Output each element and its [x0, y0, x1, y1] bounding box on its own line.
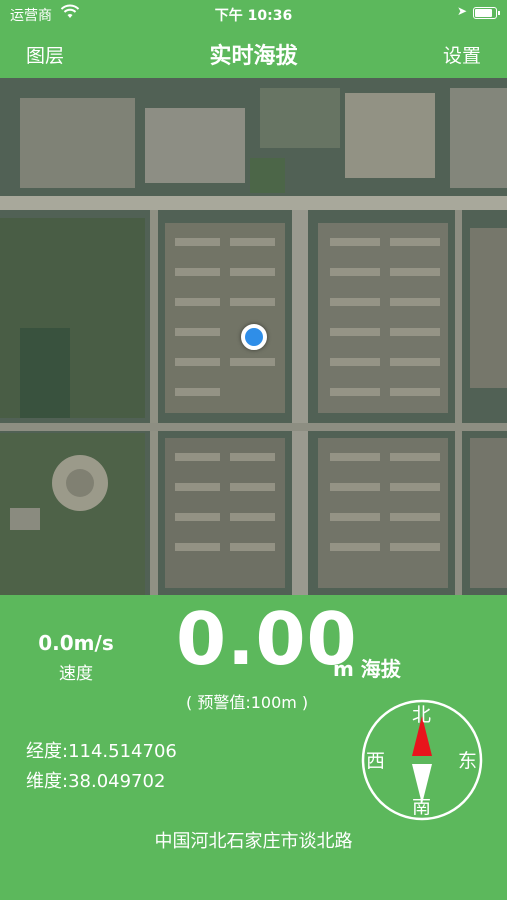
page-title: 实时海拔: [209, 44, 298, 69]
address-label: 中国河北石家庄市谈北路: [154, 831, 353, 852]
compass-north-label: 北: [412, 704, 432, 726]
speed-label: 速度: [59, 664, 93, 684]
battery-icon: [473, 7, 500, 19]
status-bar: 运营商 下午 10:36 ➤: [0, 0, 507, 28]
nav-bar: 图层 实时海拔 设置: [0, 28, 507, 78]
longitude-readout: 经度:114.514706: [26, 741, 177, 762]
battery-fill: [475, 9, 493, 17]
speed-display: 0.0m/s 速度: [26, 631, 126, 684]
altitude-unit: m 海拔: [333, 657, 401, 681]
settings-button[interactable]: 设置: [443, 41, 481, 68]
layers-button[interactable]: 图层: [26, 41, 64, 68]
info-panel: 0.0m/s 速度 0.00 m 海拔 ( 预警值:100m ) 经度:114.…: [0, 595, 507, 900]
latitude-readout: 维度:38.049702: [26, 771, 166, 792]
location-arrow-icon: ➤: [456, 4, 467, 18]
compass-east-label: 东: [458, 750, 478, 772]
speed-value: 0.0m/s: [38, 631, 114, 655]
current-location-marker: [241, 324, 267, 350]
compass: 北 南 西 东: [360, 698, 484, 822]
status-time: 下午 10:36: [214, 8, 293, 24]
compass-south-label: 南: [412, 796, 432, 818]
compass-west-label: 西: [366, 750, 386, 772]
warning-threshold: ( 预警值:100m ): [186, 693, 309, 712]
satellite-map[interactable]: [0, 78, 507, 595]
altitude-value: 0.00: [176, 597, 358, 681]
